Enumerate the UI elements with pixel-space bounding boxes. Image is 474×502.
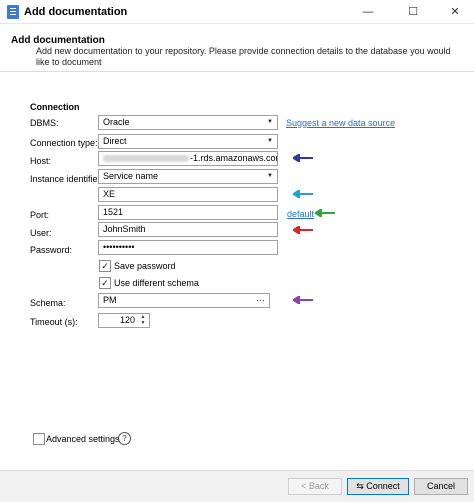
arrow-left-icon: [293, 190, 313, 198]
user-value: JohnSmith: [103, 224, 146, 234]
dbms-label: DBMS:: [30, 118, 59, 128]
maximize-button[interactable]: ☐: [398, 0, 428, 24]
connection-section-title: Connection: [30, 102, 80, 112]
password-value: ••••••••••: [103, 242, 135, 252]
password-label: Password:: [30, 245, 73, 255]
arrow-left-icon: [293, 226, 313, 234]
service-name-input[interactable]: XE: [98, 187, 278, 202]
password-input[interactable]: ••••••••••: [98, 240, 278, 255]
cancel-button[interactable]: Cancel: [414, 478, 468, 495]
connect-label: Connect: [366, 481, 400, 491]
user-input[interactable]: JohnSmith: [98, 222, 278, 237]
connect-icon: ⇆: [356, 481, 367, 491]
connection-type-label: Connection type:: [30, 138, 98, 148]
port-value: 1521: [103, 207, 124, 217]
header-description: Add new documentation to your repository…: [36, 46, 451, 67]
host-value: -1.rds.amazonaws.com: [190, 153, 278, 163]
instance-identifier-value: Service name: [103, 171, 159, 181]
dialog-footer: < Back ⇆ Connect Cancel: [0, 470, 474, 502]
instance-identifier-dropdown[interactable]: Service name ▼: [98, 169, 278, 184]
arrow-left-icon: [315, 209, 335, 217]
schema-value: PM: [103, 295, 117, 305]
dbms-dropdown[interactable]: Oracle ▼: [98, 115, 278, 130]
suggest-data-source-link[interactable]: Suggest a new data source: [286, 117, 395, 129]
timeout-label: Timeout (s):: [30, 317, 78, 327]
host-input[interactable]: -1.rds.amazonaws.com: [98, 151, 278, 166]
schema-input[interactable]: PM ···: [98, 293, 270, 308]
port-default-link[interactable]: default: [287, 208, 314, 220]
browse-schema-button[interactable]: ···: [256, 294, 265, 307]
title-bar: Add documentation — ☐ ✕: [0, 0, 474, 24]
port-label: Port:: [30, 210, 50, 220]
arrow-left-icon: [293, 154, 313, 162]
save-password-label: Save password: [114, 261, 176, 271]
back-button[interactable]: < Back: [288, 478, 342, 495]
app-icon: [7, 5, 19, 19]
use-different-schema-label: Use different schema: [114, 278, 199, 288]
advanced-settings-label: Advanced settings: [46, 434, 120, 444]
dialog-header: Add documentation Add new documentation …: [0, 24, 474, 72]
timeout-stepper[interactable]: 120 ▲ ▼: [98, 313, 150, 328]
window-title: Add documentation: [24, 6, 128, 18]
service-name-value: XE: [103, 189, 116, 199]
instance-identifier-label: Instance identifier: [30, 174, 101, 184]
save-password-checkbox[interactable]: ✓: [99, 260, 111, 272]
connection-type-dropdown[interactable]: Direct ▼: [98, 134, 278, 149]
port-input[interactable]: 1521: [98, 205, 278, 220]
close-button[interactable]: ✕: [440, 0, 470, 24]
host-label: Host:: [30, 156, 52, 166]
chevron-down-icon: ▼: [267, 173, 273, 179]
help-icon[interactable]: ?: [118, 432, 131, 445]
chevron-down-icon: ▼: [267, 119, 273, 125]
timeout-value: 120: [119, 315, 135, 325]
redacted-host-prefix: [103, 155, 189, 162]
user-label: User:: [30, 228, 52, 238]
minimize-button[interactable]: —: [353, 0, 383, 24]
chevron-down-icon: ▼: [267, 138, 273, 144]
dbms-value: Oracle: [103, 117, 130, 127]
connection-type-value: Direct: [103, 136, 127, 146]
stepper-arrows-icon[interactable]: ▲ ▼: [139, 314, 147, 327]
advanced-settings-checkbox[interactable]: [33, 433, 45, 445]
use-different-schema-checkbox[interactable]: ✓: [99, 277, 111, 289]
header-title: Add documentation: [11, 35, 105, 46]
connect-button[interactable]: ⇆ Connect: [347, 478, 409, 495]
arrow-left-icon: [293, 296, 313, 304]
schema-label: Schema:: [30, 298, 66, 308]
